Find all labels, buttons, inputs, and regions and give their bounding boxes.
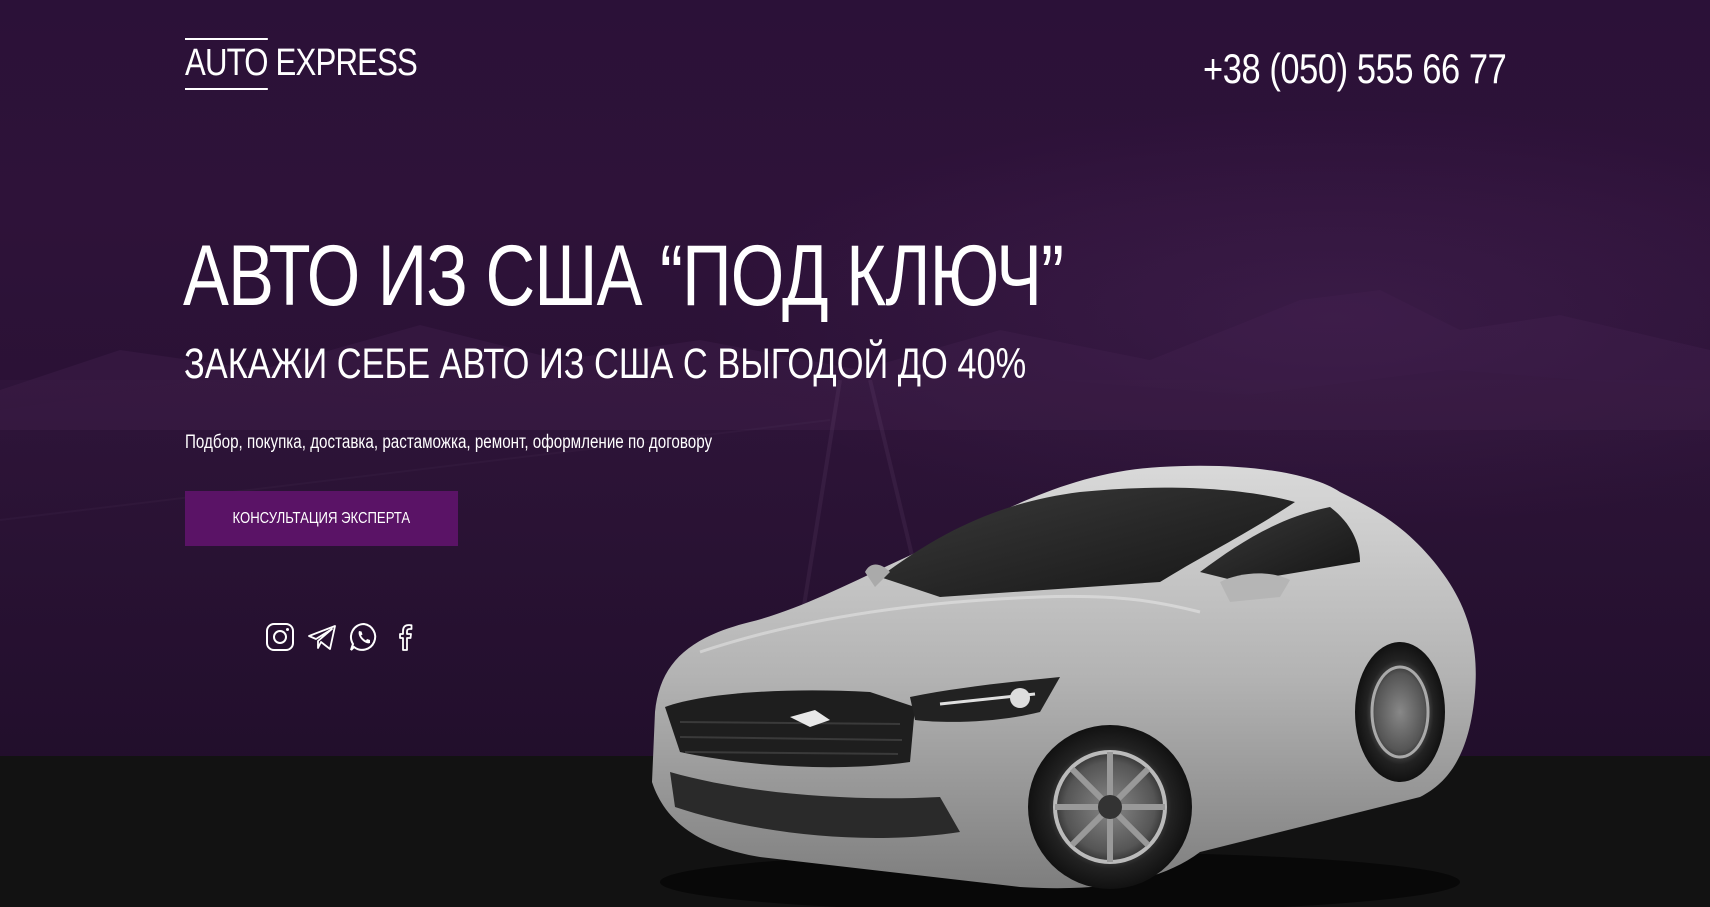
hero-subtitle: ЗАКАЖИ СЕБЕ АВТО ИЗ США С ВЫГОДОЙ ДО 40% [184, 340, 1027, 388]
social-links [264, 620, 422, 654]
logo-express: EXPRESS [267, 42, 418, 84]
facebook-link[interactable] [390, 621, 422, 653]
instagram-link[interactable] [264, 621, 296, 653]
facebook-icon [399, 624, 413, 651]
instagram-icon [266, 623, 294, 651]
whatsapp-icon [349, 622, 377, 651]
consultation-button-label: КОНСУЛЬТАЦИЯ ЭКСПЕРТА [232, 509, 411, 527]
car-image [652, 465, 1476, 907]
phone-link[interactable]: +38 (050) 555 66 77 [1203, 48, 1507, 90]
whatsapp-link[interactable] [348, 621, 380, 653]
telegram-icon [308, 625, 336, 650]
logo-auto: AUTO [185, 38, 269, 90]
hero-description: Подбор, покупка, доставка, растаможка, р… [185, 432, 713, 453]
logo[interactable]: AUTO EXPRESS [185, 38, 418, 90]
hero-title: АВТО ИЗ США “ПОД КЛЮЧ” [183, 228, 1064, 324]
consultation-button[interactable]: КОНСУЛЬТАЦИЯ ЭКСПЕРТА [185, 491, 458, 546]
telegram-link[interactable] [306, 621, 338, 653]
